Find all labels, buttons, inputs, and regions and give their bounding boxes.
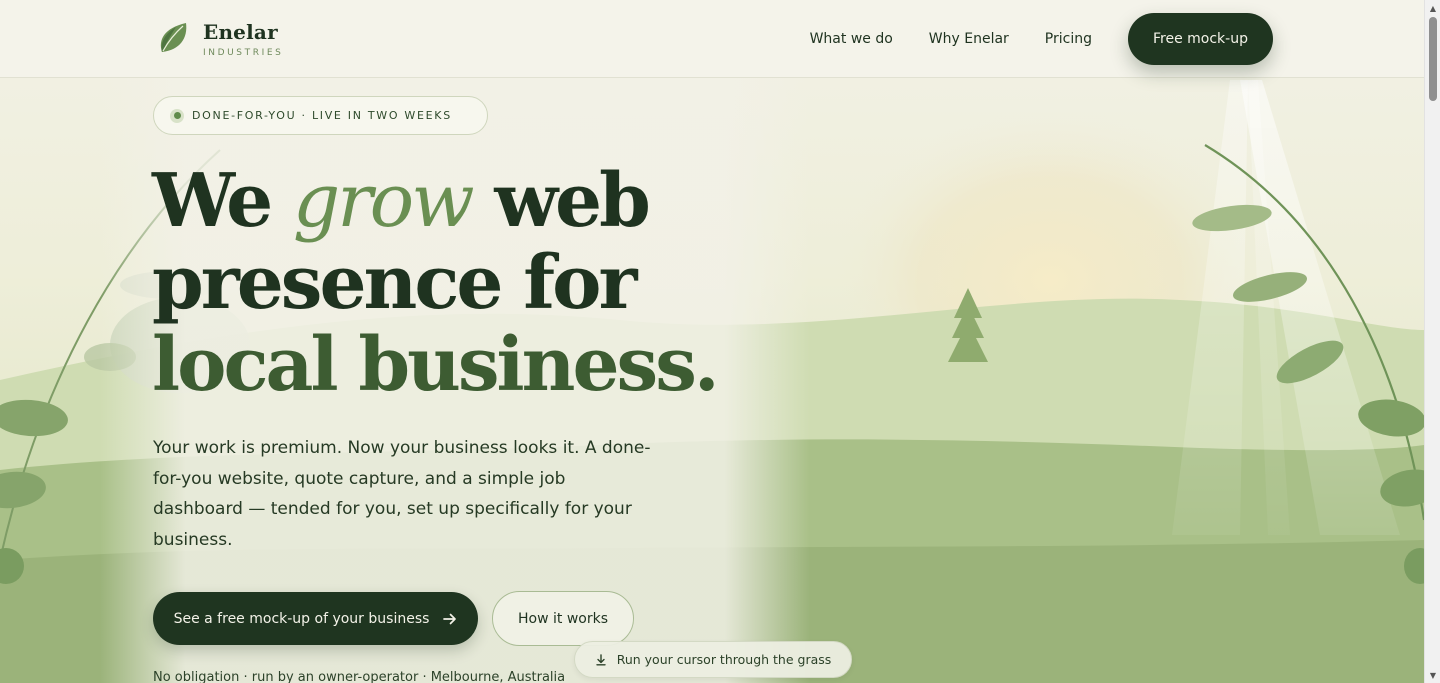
arrow-right-icon <box>443 613 457 624</box>
site-header: Enelar INDUSTRIES What we do Why Enelar … <box>0 0 1424 78</box>
scrollbar-thumb[interactable] <box>1429 17 1437 101</box>
status-dot-icon <box>170 108 184 123</box>
hero-footnote: No obligation · run by an owner-operator… <box>153 670 566 683</box>
download-icon <box>595 653 607 666</box>
scroll-down-arrow-icon[interactable]: ▼ <box>1425 667 1440 683</box>
free-mockup-button[interactable]: Free mock-up <box>1128 13 1273 65</box>
how-it-works-button[interactable]: How it works <box>492 591 634 646</box>
brand-name: Enelar <box>203 20 278 44</box>
headline-accent: grow <box>292 158 475 244</box>
nav-link-why-enelar[interactable]: Why Enelar <box>929 13 1009 65</box>
headline-line-3: local business. <box>152 322 720 408</box>
nav-link-pricing[interactable]: Pricing <box>1045 13 1092 65</box>
headline-part-2: web <box>471 158 651 244</box>
status-pill: DONE-FOR-YOU · LIVE IN TWO WEEKS <box>153 96 488 135</box>
see-mockup-label: See a free mock-up of your business <box>173 610 430 627</box>
grass-hint-text: Run your cursor through the grass <box>616 652 832 667</box>
nav-link-what-we-do[interactable]: What we do <box>810 13 893 65</box>
headline-line-2: presence for <box>152 240 637 326</box>
headline-part-1: We <box>152 158 293 244</box>
see-mockup-button[interactable]: See a free mock-up of your business <box>153 592 478 645</box>
brand-logo[interactable]: Enelar INDUSTRIES <box>156 20 283 58</box>
hero-headline: We grow web presence for local business. <box>152 160 772 406</box>
hero-description: Your work is premium. Now your business … <box>153 438 651 550</box>
scroll-up-arrow-icon[interactable]: ▲ <box>1425 0 1440 16</box>
leaf-icon <box>160 23 187 52</box>
brand-subtitle: INDUSTRIES <box>203 48 284 58</box>
status-pill-text: DONE-FOR-YOU · LIVE IN TWO WEEKS <box>192 109 452 122</box>
page-scrollbar[interactable]: ▲ ▼ <box>1424 0 1440 683</box>
grass-hint[interactable]: Run your cursor through the grass <box>574 641 852 678</box>
main-nav: What we do Why Enelar Pricing Free mock-… <box>810 13 1273 65</box>
